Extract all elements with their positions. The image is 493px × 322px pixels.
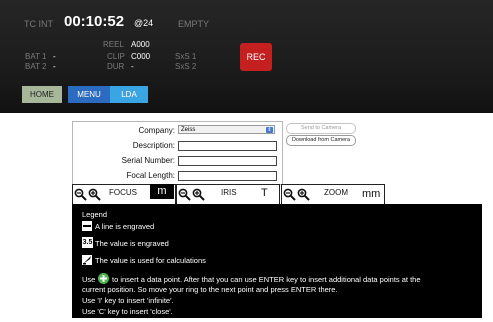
instruction-infinite: Use 'I' key to insert 'infinite'.: [82, 296, 174, 305]
serial-number-input[interactable]: [178, 156, 277, 166]
engraved-value-icon: 3.5: [82, 237, 93, 248]
record-button[interactable]: REC: [240, 43, 272, 71]
legend-value-used: The value is used for calculations: [95, 256, 206, 265]
timecode-value: 00:10:52: [64, 13, 125, 30]
focus-label: FOCUS: [109, 188, 137, 197]
duration-label: DUR: [107, 62, 125, 71]
battery1-value: -: [53, 52, 56, 61]
description-label: Description:: [132, 141, 175, 150]
frame-rate: @24: [134, 18, 154, 28]
zoom-in-icon[interactable]: [192, 188, 205, 201]
iris-scale: IRIS T: [176, 184, 280, 205]
legend-title: Legend: [82, 210, 108, 219]
serial-number-label: Serial Number:: [121, 156, 175, 165]
tab-menu[interactable]: MENU: [68, 86, 110, 103]
engraved-line-icon: [82, 221, 92, 231]
tab-bar: HOME MENU LDA: [22, 86, 148, 103]
send-to-camera-button[interactable]: Send to Camera: [286, 123, 356, 134]
zoom-scale: ZOOM mm: [281, 184, 385, 205]
zoom-label: ZOOM: [324, 188, 348, 197]
instruction-line2: current position. So move your ring to t…: [82, 285, 338, 294]
company-select[interactable]: Zeiss ⇕: [178, 125, 275, 134]
sxs1-label: SxS 1: [175, 52, 197, 61]
tab-home[interactable]: HOME: [22, 86, 62, 103]
zoom-out-icon[interactable]: [178, 188, 191, 201]
instruction-use: Use: [82, 275, 96, 284]
instruction-text: to insert a data point. After that you c…: [112, 275, 421, 284]
focal-length-input[interactable]: [178, 171, 277, 181]
focus-unit: m: [150, 184, 174, 199]
select-arrows-icon: ⇕: [266, 127, 273, 133]
company-value: Zeiss: [181, 127, 196, 133]
media-status: EMPTY: [178, 19, 210, 29]
zoom-in-icon[interactable]: [297, 188, 310, 201]
focal-length-label: Focal Length:: [126, 171, 175, 180]
duration-value: -: [131, 62, 134, 71]
company-label: Company:: [138, 126, 175, 135]
clip-value: C000: [131, 52, 151, 61]
battery2-value: -: [53, 62, 56, 71]
zoom-in-icon[interactable]: [88, 188, 101, 201]
description-input[interactable]: [178, 141, 277, 151]
timecode-label: TC INT: [24, 19, 53, 29]
calculation-marker-icon: [82, 255, 92, 265]
instruction-close: Use 'C' key to insert 'close'.: [82, 307, 173, 316]
sxs2-label: SxS 2: [175, 62, 197, 71]
iris-label: IRIS: [221, 188, 237, 197]
add-data-point-icon[interactable]: [98, 273, 109, 284]
zoom-out-icon[interactable]: [283, 188, 296, 201]
clip-label: CLIP: [107, 52, 125, 61]
legend-panel: Legend A line is engraved 3.5 The value …: [72, 204, 482, 318]
battery2-label: BAT 2: [25, 62, 47, 71]
reel-label: REEL: [103, 40, 124, 49]
iris-unit: T: [261, 187, 268, 199]
tab-lda[interactable]: LDA: [110, 86, 148, 103]
download-from-camera-button[interactable]: Download from Camera: [286, 135, 356, 146]
zoom-out-icon[interactable]: [74, 188, 87, 201]
reel-value: A000: [131, 40, 150, 49]
zoom-unit: mm: [362, 188, 381, 200]
camera-status-header: TC INT 00:10:52 @24 EMPTY REEL A000 BAT …: [0, 0, 493, 113]
legend-value-engraved: The value is engraved: [95, 239, 169, 248]
lens-info-panel: Company: Zeiss ⇕ Description: Serial Num…: [72, 121, 283, 185]
legend-line-engraved: A line is engraved: [95, 222, 155, 231]
battery1-label: BAT 1: [25, 52, 47, 61]
